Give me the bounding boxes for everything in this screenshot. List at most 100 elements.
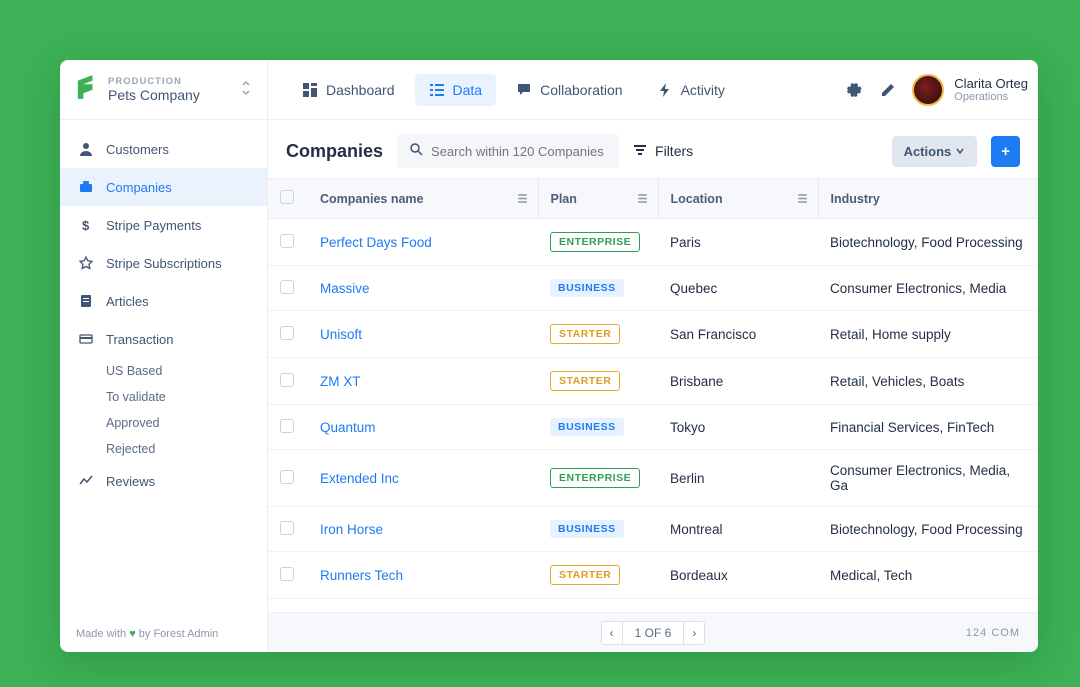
cell-industry: Biotechnology, Food Processing [818, 219, 1038, 266]
company-link[interactable]: Massive [320, 281, 370, 296]
sort-icon[interactable]: ☰ [798, 192, 808, 205]
tab-data[interactable]: Data [415, 74, 497, 106]
table-row[interactable]: UnisoftSTARTERSan FranciscoRetail, Home … [268, 311, 1038, 358]
row-checkbox[interactable] [280, 373, 294, 387]
user-role: Operations [954, 91, 1028, 103]
plan-badge: BUSINESS [550, 279, 624, 297]
company-link[interactable]: Perfect Days Food [320, 235, 432, 250]
sidebar-item-stripe-subscriptions[interactable]: Stripe Subscriptions [60, 244, 267, 282]
document-icon [78, 293, 94, 309]
col-industry[interactable]: Industry [818, 179, 1038, 219]
col-plan[interactable]: Plan☰ [538, 179, 658, 219]
row-checkbox[interactable] [280, 234, 294, 248]
list-icon [429, 82, 445, 98]
user-menu[interactable]: Clarita Orteg Operations [912, 74, 1028, 106]
sidebar-item-stripe-payments[interactable]: $ Stripe Payments [60, 206, 267, 244]
row-checkbox[interactable] [280, 521, 294, 535]
sort-icon[interactable]: ☰ [638, 192, 648, 205]
filters-label: Filters [655, 143, 693, 159]
checkbox-all[interactable] [280, 190, 294, 204]
company-link[interactable]: Runners Tech [320, 568, 403, 583]
sidebar: Customers Companies $ Stripe Payments St… [60, 120, 268, 652]
row-checkbox[interactable] [280, 470, 294, 484]
company-link[interactable]: Iron Horse [320, 522, 383, 537]
app-window: PRODUCTION Pets Company Dashboard Data [60, 60, 1038, 652]
company-link[interactable]: Unisoft [320, 327, 362, 342]
tab-label: Activity [681, 82, 725, 98]
sidebar-subitem[interactable]: Approved [60, 410, 267, 436]
company-link[interactable]: Extended Inc [320, 471, 399, 486]
sidebar-label: Customers [106, 142, 169, 157]
table-row[interactable]: QuantumBUSINESSTokyoFinancial Services, … [268, 405, 1038, 450]
svg-text:$: $ [82, 218, 90, 232]
page-indicator: 1 OF 6 [623, 621, 684, 645]
search-input[interactable] [431, 144, 607, 159]
main-panel: Companies Filters Actions + [268, 120, 1038, 652]
cell-location: Quebec [658, 266, 818, 311]
sidebar-item-transaction[interactable]: Transaction [60, 320, 267, 358]
plan-badge: STARTER [550, 371, 620, 391]
table-row[interactable]: Perfect Days FoodENTERPRISEParisBiotechn… [268, 219, 1038, 266]
tab-activity[interactable]: Activity [643, 74, 739, 106]
topbar: PRODUCTION Pets Company Dashboard Data [60, 60, 1038, 120]
tab-label: Dashboard [326, 82, 395, 98]
sidebar-item-articles[interactable]: Articles [60, 282, 267, 320]
sidebar-item-reviews[interactable]: Reviews [60, 462, 267, 500]
row-checkbox[interactable] [280, 280, 294, 294]
table-row[interactable]: Extended IncENTERPRISEBerlinConsumer Ele… [268, 450, 1038, 507]
chevron-down-icon [955, 144, 965, 159]
filters-button[interactable]: Filters [633, 143, 693, 160]
tab-label: Collaboration [540, 82, 623, 98]
actions-button[interactable]: Actions [892, 136, 978, 167]
cell-location: Berlin [658, 450, 818, 507]
sidebar-item-customers[interactable]: Customers [60, 130, 267, 168]
cell-location: San Francisco [658, 311, 818, 358]
plus-icon: + [1001, 143, 1010, 160]
cell-location: Paris [658, 219, 818, 266]
create-button[interactable]: + [991, 136, 1020, 167]
table-row[interactable]: Iron HorseBUSINESSMontrealBiotechnology,… [268, 507, 1038, 552]
plan-badge: STARTER [550, 565, 620, 585]
filter-icon [633, 143, 647, 160]
sidebar-subitem[interactable]: To validate [60, 384, 267, 410]
app-logo-icon [76, 73, 98, 106]
trend-icon [78, 473, 94, 489]
col-name[interactable]: Companies name☰ [308, 179, 538, 219]
row-checkbox[interactable] [280, 326, 294, 340]
sort-icon[interactable]: ☰ [518, 192, 528, 205]
tab-collaboration[interactable]: Collaboration [502, 74, 637, 106]
org-selector[interactable]: PRODUCTION Pets Company [60, 60, 268, 119]
table-row[interactable]: Massive BUSINESS QuebecConsumer Electronic… [268, 266, 1038, 311]
cell-industry: Consumer Electronics, Media [818, 266, 1038, 311]
org-name: Pets Company [108, 87, 231, 103]
sidebar-label: Articles [106, 294, 149, 309]
sidebar-subitem[interactable]: US Based [60, 358, 267, 384]
sidebar-item-companies[interactable]: Companies [60, 168, 267, 206]
next-page-button[interactable]: › [683, 621, 705, 645]
plan-badge: BUSINESS [550, 520, 624, 538]
company-link[interactable]: ZM XT [320, 374, 361, 389]
table-row[interactable]: Runners TechSTARTERBordeauxMedical, Tech [268, 552, 1038, 599]
card-icon [78, 331, 94, 347]
pencil-icon[interactable] [878, 80, 898, 100]
nav-tabs: Dashboard Data Collaboration Activity [268, 74, 739, 106]
tab-dashboard[interactable]: Dashboard [288, 74, 409, 106]
page-title: Companies [286, 141, 383, 162]
cell-industry: Consumer Electronics, Media, Ga [818, 450, 1038, 507]
row-checkbox[interactable] [280, 567, 294, 581]
company-link[interactable]: Quantum [320, 420, 376, 435]
record-count: 124 COM [966, 627, 1020, 639]
cell-industry: Retail, Vehicles, Boats [818, 358, 1038, 405]
table-row[interactable]: ZM XTSTARTERBrisbaneRetail, Vehicles, Bo… [268, 358, 1038, 405]
col-location[interactable]: Location☰ [658, 179, 818, 219]
sidebar-label: Companies [106, 180, 172, 195]
chevron-updown-icon[interactable] [241, 80, 251, 99]
gear-icon[interactable] [844, 80, 864, 100]
row-checkbox[interactable] [280, 419, 294, 433]
sidebar-label: Stripe Subscriptions [106, 256, 222, 271]
sidebar-subitem[interactable]: Rejected [60, 436, 267, 462]
search-box[interactable] [397, 134, 619, 168]
cell-location: Tokyo [658, 405, 818, 450]
sidebar-label: Reviews [106, 474, 155, 489]
prev-page-button[interactable]: ‹ [601, 621, 623, 645]
